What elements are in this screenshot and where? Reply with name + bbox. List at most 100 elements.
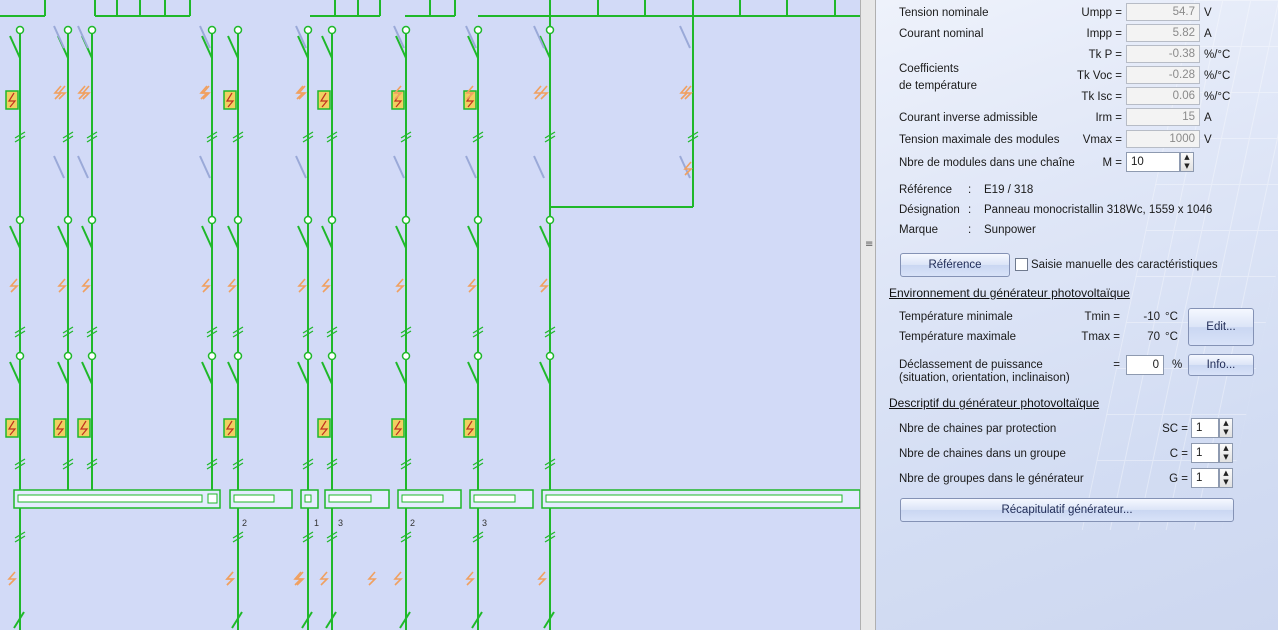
modules-per-string-spinner[interactable]: ▲ ▼ [1180,152,1194,172]
generator-properties-panel: Tension nominale Umpp = 54.7 V Courant n… [876,0,1278,630]
feeder-5-terminal-mid [303,215,313,225]
feeder-4-fuse-1 [223,90,237,110]
spin-up-icon[interactable]: ▲ [1220,444,1232,453]
designation-colon: : [968,204,972,216]
faded-switch-mid-4 [393,155,405,179]
feeder-7-switch-3 [395,361,407,385]
spin-down-icon[interactable]: ▼ [1220,428,1232,437]
combiner-box-terminal [207,493,218,504]
designation-label: Désignation [899,204,960,216]
c-symbol: C = [1169,448,1188,460]
umpp-symbol: Umpp = [1081,7,1122,19]
brand-value: Sunpower [984,224,1036,236]
feeder-1-terminal-mid [63,215,73,225]
spin-down-icon[interactable]: ▼ [1220,478,1232,487]
spin-down-icon[interactable]: ▼ [1220,453,1232,462]
faded-switch-mid-3 [295,155,307,179]
edit-temperatures-button[interactable]: Edit... [1188,308,1254,346]
rated-current-label: Courant nominal [899,28,984,40]
strings-per-protection-label: Nbre de chaines par protection [899,423,1057,435]
feeder-1-terminal-top [63,25,73,35]
feeder-1-terminal-low [63,351,73,361]
strings-per-group-spinner[interactable]: ▲ ▼ [1219,443,1233,463]
strings-per-protection-input[interactable]: 1 [1191,418,1219,438]
irm-unit: A [1204,112,1212,124]
bus-number-label: 2 [410,518,415,528]
groups-in-generator-spinner[interactable]: ▲ ▼ [1219,468,1233,488]
spin-up-icon[interactable]: ▲ [1220,469,1232,478]
manual-entry-label[interactable]: Saisie manuelle des caractéristiques [1031,259,1218,271]
feeder-0-fuse-1 [5,90,19,110]
feeder-0-fuse-2 [5,418,19,438]
sc-symbol: SC = [1162,423,1188,435]
derating-equals: = [1113,359,1120,371]
reverse-current-label: Courant inverse admissible [899,112,1038,124]
umpp-field: 54.7 [1126,3,1200,21]
manual-entry-checkbox[interactable] [1015,258,1028,271]
faded-switch-top-1 [77,25,89,49]
combiner-box-bar-0 [17,494,203,503]
tmin-unit: °C [1165,311,1178,323]
splitter-grip-icon[interactable]: ≡ [865,240,873,250]
combiner-box-bar-3 [328,494,372,503]
faded-surge-2 [199,85,209,100]
spin-up-icon[interactable]: ▲ [1220,419,1232,428]
impp-symbol: Impp = [1086,28,1122,40]
outgoing-surge-5 [465,571,475,586]
tmax-unit: °C [1165,331,1178,343]
reference-button[interactable]: Référence [900,253,1010,277]
irm-symbol: Irm = [1095,112,1122,124]
strings-per-protection-spinner[interactable]: ▲ ▼ [1219,418,1233,438]
feeder-2-fuse-2 [77,418,91,438]
spin-down-icon[interactable]: ▼ [1181,162,1193,171]
rated-voltage-label: Tension nominale [899,7,989,19]
feeder-0-switch-1 [9,35,21,59]
reference-colon: : [968,184,972,196]
feeder-4-switch-1 [227,35,239,59]
feeder-2-switch-2 [81,225,93,249]
derating-info-button[interactable]: Info... [1188,354,1254,376]
brand-colon: : [968,224,972,236]
tkisc-unit: %/°C [1204,91,1231,103]
generator-summary-button[interactable]: Récapitulatif générateur... [900,498,1234,522]
feeder-7-terminal-top [401,25,411,35]
groups-in-generator-input[interactable]: 1 [1191,468,1219,488]
feeder-3-switch-2 [201,225,213,249]
strings-per-group-label: Nbre de chaines dans un groupe [899,448,1066,460]
feeder-8-fuse-2 [463,418,477,438]
vmax-symbol: Vmax = [1082,134,1122,146]
combiner-box-bar-5 [473,494,516,503]
feeder-7-switch-2 [395,225,407,249]
combiner-box-bar-1 [233,494,275,503]
feeder-8-switch-3 [467,361,479,385]
reference-value: E19 / 318 [984,184,1034,196]
pane-splitter[interactable]: ≡ [860,0,876,630]
designation-value: Panneau monocristallin 318Wc, 1559 x 104… [984,204,1213,216]
feeder-4-fuse-2 [223,418,237,438]
feeder-8-terminal-mid [473,215,483,225]
outgoing-surge-3 [319,571,329,586]
feeder-2-terminal-low [87,351,97,361]
feeder-3-surge-2 [201,278,211,293]
schematic-canvas[interactable]: 2 1 3 2 3 [0,0,860,630]
feeder-6-switch-1 [321,35,333,59]
feeder-9-switch-3 [539,361,551,385]
tkisc-symbol: Tk Isc = [1081,91,1122,103]
modules-per-string-input[interactable]: 10 [1126,152,1180,172]
feeder-0-terminal-low [15,351,25,361]
power-derating-label: Déclassement de puissance [899,359,1043,371]
faded-switch-mid-0 [53,155,65,179]
spin-up-icon[interactable]: ▲ [1181,153,1193,162]
feeder-6-terminal-low [327,351,337,361]
feeder-4-switch-3 [227,361,239,385]
power-derating-input[interactable]: 0 [1126,355,1164,375]
power-derating-unit: % [1172,359,1183,371]
strings-per-group-input[interactable]: 1 [1191,443,1219,463]
vmax-unit: V [1204,134,1212,146]
tmax-value: 70 [1147,331,1160,343]
right-surge-2 [683,161,693,176]
tmin-value: -10 [1143,311,1160,323]
umpp-unit: V [1204,7,1212,19]
bus-number-label: 3 [482,518,487,528]
feeder-3-terminal-low [207,351,217,361]
